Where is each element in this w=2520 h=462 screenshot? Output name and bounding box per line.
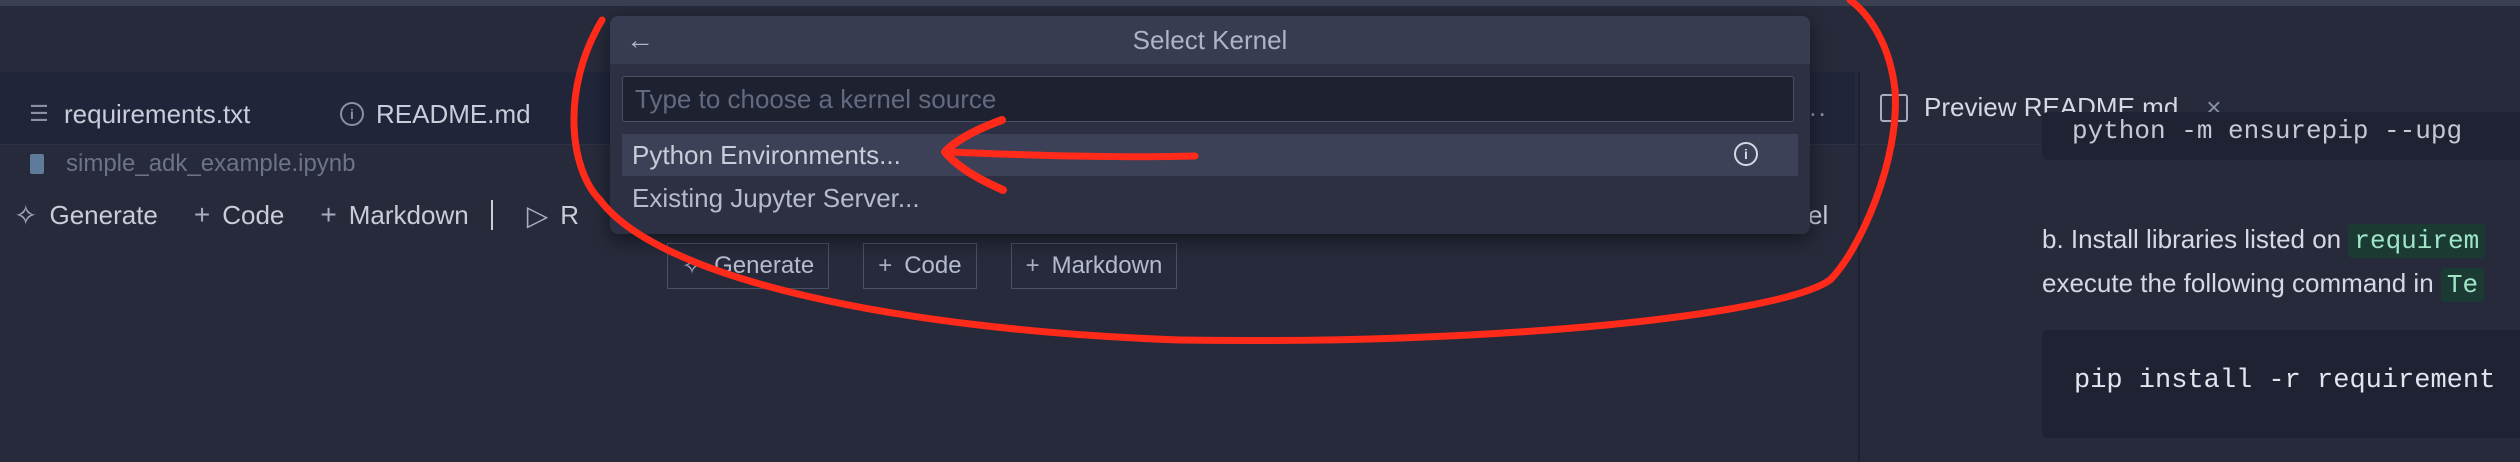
info-icon[interactable]: i — [1734, 142, 1758, 166]
toolbar-separator — [490, 200, 493, 230]
code-label: Code — [222, 199, 285, 230]
code-block-text: pip install -r requirement — [2074, 366, 2496, 396]
cell-generate-label: Generate — [714, 252, 815, 279]
notebook-toolbar: ✧ Generate + Code + Markdown ▷ R — [0, 195, 601, 235]
preview-paragraph: b. Install libraries listed on requirem — [2042, 224, 2486, 258]
sparkle-icon: ✧ — [14, 199, 38, 231]
back-arrow-icon[interactable]: ← — [626, 24, 654, 56]
generate-label: Generate — [49, 199, 158, 230]
quick-pick-title: ← Select Kernel — [610, 16, 1810, 64]
select-kernel-button[interactable]: el — [1808, 200, 1828, 231]
plus-icon: + — [1025, 252, 1040, 279]
info-icon: i — [340, 102, 364, 126]
plus-icon: + — [878, 252, 893, 279]
sparkle-icon: ✧ — [682, 252, 703, 280]
kernel-source-input[interactable] — [622, 76, 1794, 122]
run-label: R — [560, 199, 580, 230]
para2-text: execute the following command in — [2042, 268, 2441, 298]
cell-markdown-button[interactable]: + Markdown — [1010, 243, 1178, 289]
add-code-button[interactable]: + Code — [194, 199, 285, 231]
cell-markdown-label: Markdown — [1051, 252, 1163, 279]
markdown-label: Markdown — [348, 199, 469, 230]
play-icon: ▷ — [526, 199, 549, 231]
select-kernel-quick-pick: ← Select Kernel Python Environments... i… — [610, 16, 1810, 234]
window-top-border — [0, 0, 2520, 6]
run-all-button[interactable]: ▷ R — [527, 199, 579, 232]
breadcrumb-label: simple_adk_example.ipynb — [66, 150, 356, 177]
option-existing-jupyter-server[interactable]: Existing Jupyter Server... — [622, 177, 1798, 219]
cell-generate-button[interactable]: ✧ Generate — [667, 243, 830, 289]
cell-code-label: Code — [904, 252, 962, 279]
plus-icon: + — [320, 199, 337, 230]
option-python-environments-label: Python Environments... — [632, 139, 901, 170]
cell-insert-actions: ✧ Generate + Code + Markdown — [667, 243, 1178, 289]
notebook-file-icon — [30, 154, 44, 174]
add-markdown-button[interactable]: + Markdown — [320, 199, 468, 231]
preview-icon — [1880, 93, 1908, 122]
option-existing-jupyter-server-label: Existing Jupyter Server... — [632, 182, 920, 213]
lines-icon: ☰ — [29, 101, 49, 126]
inline-code: Te — [2440, 268, 2485, 302]
inline-code: requirem — [2348, 224, 2486, 258]
code-block-top: python -m ensurepip --upg — [2042, 112, 2520, 160]
code-top-text: python -m ensurepip --upg — [2072, 116, 2463, 146]
code-block: pip install -r requirement — [2042, 330, 2520, 438]
tab-requirements-label: requirements.txt — [64, 98, 251, 129]
plus-icon: + — [193, 199, 211, 230]
tab-requirements[interactable]: ☰ requirements.txt — [26, 94, 250, 134]
generate-button[interactable]: ✧ Generate — [14, 199, 158, 232]
quick-pick-title-label: Select Kernel — [1132, 24, 1288, 55]
tab-readme-label: README.md — [376, 98, 531, 129]
breadcrumb[interactable]: simple_adk_example.ipynb — [30, 150, 356, 178]
para1-text: b. Install libraries listed on — [2042, 224, 2349, 254]
preview-paragraph: execute the following command in Te — [2042, 268, 2485, 302]
option-python-environments[interactable]: Python Environments... i — [622, 134, 1798, 176]
cell-code-button[interactable]: + Code — [863, 243, 977, 289]
tab-readme[interactable]: i README.md — [340, 94, 531, 134]
